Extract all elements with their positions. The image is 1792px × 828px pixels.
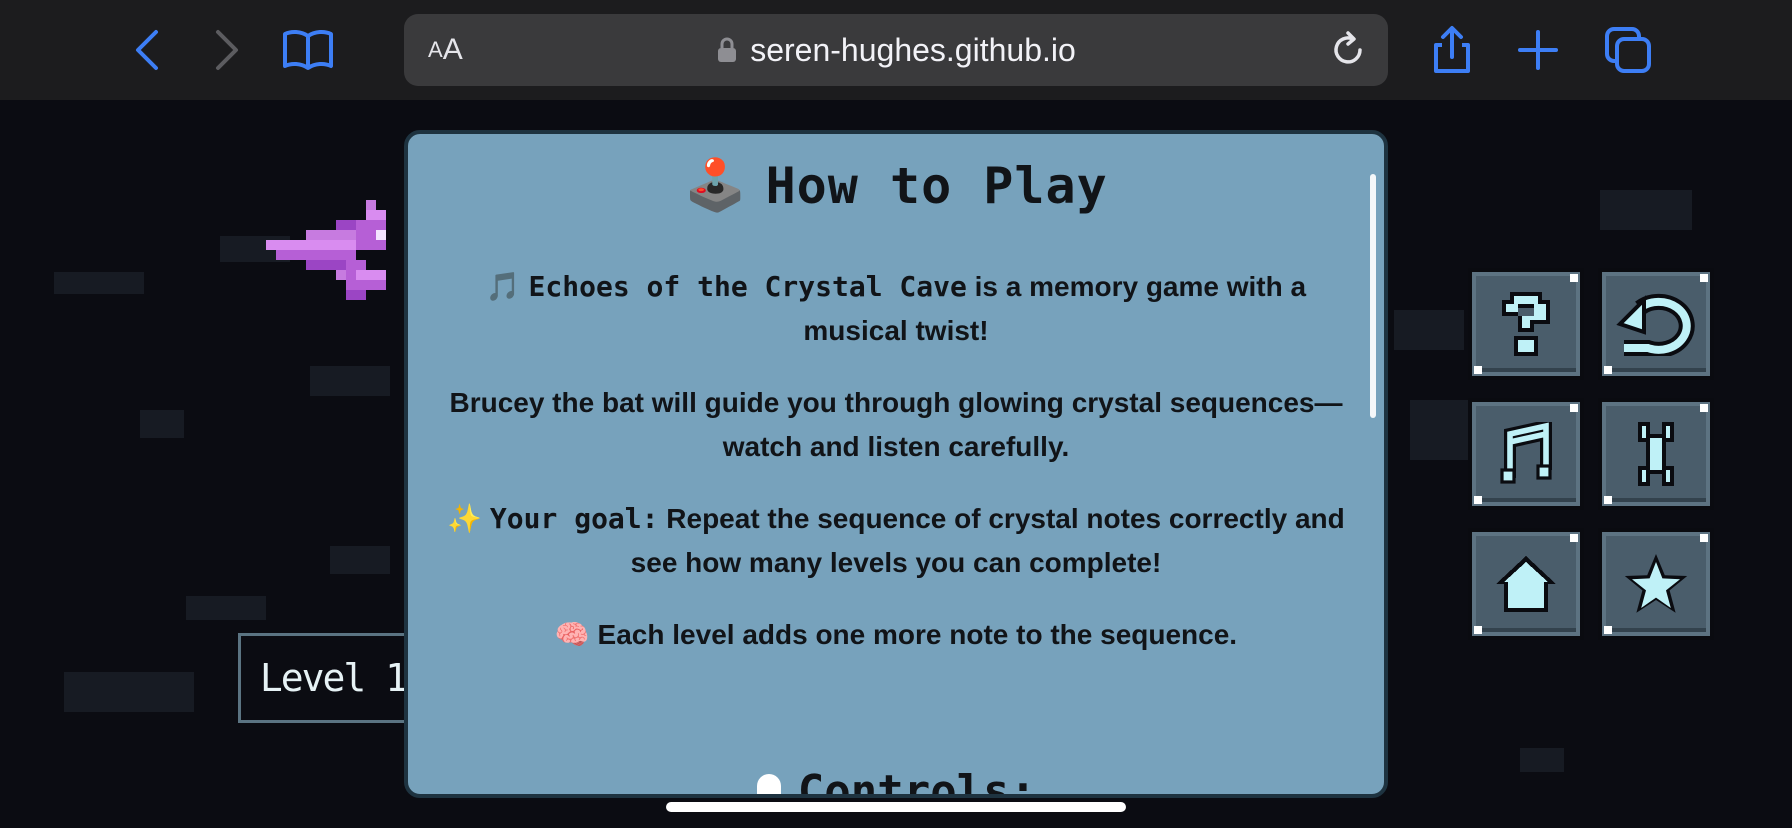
cave-rock — [1394, 310, 1464, 350]
reload-icon[interactable] — [1326, 28, 1370, 72]
how-to-play-dialog[interactable]: 🕹️ How to Play 🎵 Echoes of the Crystal C… — [404, 130, 1388, 798]
cave-rock — [1520, 748, 1564, 772]
tabs-overview-icon[interactable] — [1598, 20, 1658, 80]
back-icon[interactable] — [118, 20, 178, 80]
game-name: Echoes of the Crystal Cave — [528, 270, 967, 303]
intro-text: 🎵 Echoes of the Crystal Cave is a memory… — [438, 265, 1354, 353]
settings-button[interactable] — [1598, 398, 1714, 510]
cave-rock — [330, 546, 390, 574]
home-icon — [1496, 556, 1556, 612]
mouse-icon — [756, 773, 781, 794]
new-tab-icon[interactable] — [1508, 20, 1568, 80]
brain-emoji: 🧠 — [554, 618, 590, 651]
help-button[interactable] — [1468, 268, 1584, 380]
bookmarks-icon[interactable] — [278, 20, 338, 80]
bat-sprite — [266, 200, 386, 300]
question-icon — [1502, 292, 1550, 356]
music-button[interactable] — [1468, 398, 1584, 510]
favorites-button[interactable] — [1598, 528, 1714, 640]
goal-rest: Repeat the sequence of crystal notes cor… — [630, 503, 1345, 578]
address-bar[interactable]: AA seren-hughes.github.io — [404, 14, 1388, 86]
controls-heading-text: Controls: — [797, 766, 1037, 798]
replay-button[interactable] — [1598, 268, 1714, 380]
level-info-text: 🧠 Each level adds one more note to the s… — [438, 613, 1354, 657]
share-icon[interactable] — [1422, 20, 1482, 80]
dialog-title: 🕹️ How to Play — [438, 156, 1354, 215]
star-icon — [1624, 554, 1688, 613]
guide-text: Brucey the bat will guide you through gl… — [449, 387, 1343, 462]
browser-toolbar: AA seren-hughes.github.io — [0, 0, 1792, 100]
cave-rock — [310, 366, 390, 396]
joystick-icon: 🕹️ — [684, 156, 748, 214]
cave-rock — [186, 596, 266, 620]
replay-icon — [1616, 293, 1695, 356]
scrollbar[interactable] — [1370, 174, 1376, 418]
level-label: Level 1 — [259, 656, 408, 700]
cave-rock — [64, 672, 194, 712]
goal-label: Your goal: — [489, 502, 659, 535]
cave-rock — [54, 272, 144, 294]
url-text: seren-hughes.github.io — [750, 31, 1076, 68]
dialog-content: 🕹️ How to Play 🎵 Echoes of the Crystal C… — [438, 156, 1354, 657]
controls-heading: Controls: — [408, 766, 1384, 798]
goal-text: ✨ Your goal: Repeat the sequence of crys… — [438, 497, 1354, 585]
home-indicator[interactable] — [666, 802, 1126, 812]
level-info-rest: Each level adds one more note to the seq… — [589, 619, 1238, 650]
dialog-title-text: How to Play — [765, 156, 1108, 215]
lock-icon — [718, 37, 737, 62]
cave-rock — [1600, 190, 1692, 230]
level-indicator: Level 1 — [238, 633, 428, 723]
wrench-icon — [1638, 422, 1674, 486]
sparkles-emoji: ✨ — [447, 502, 483, 535]
cave-rock — [140, 410, 184, 438]
home-button[interactable] — [1468, 528, 1584, 640]
music-note-emoji: 🎵 — [485, 270, 521, 303]
music-note-icon — [1500, 422, 1552, 484]
forward-icon[interactable] — [196, 20, 256, 80]
